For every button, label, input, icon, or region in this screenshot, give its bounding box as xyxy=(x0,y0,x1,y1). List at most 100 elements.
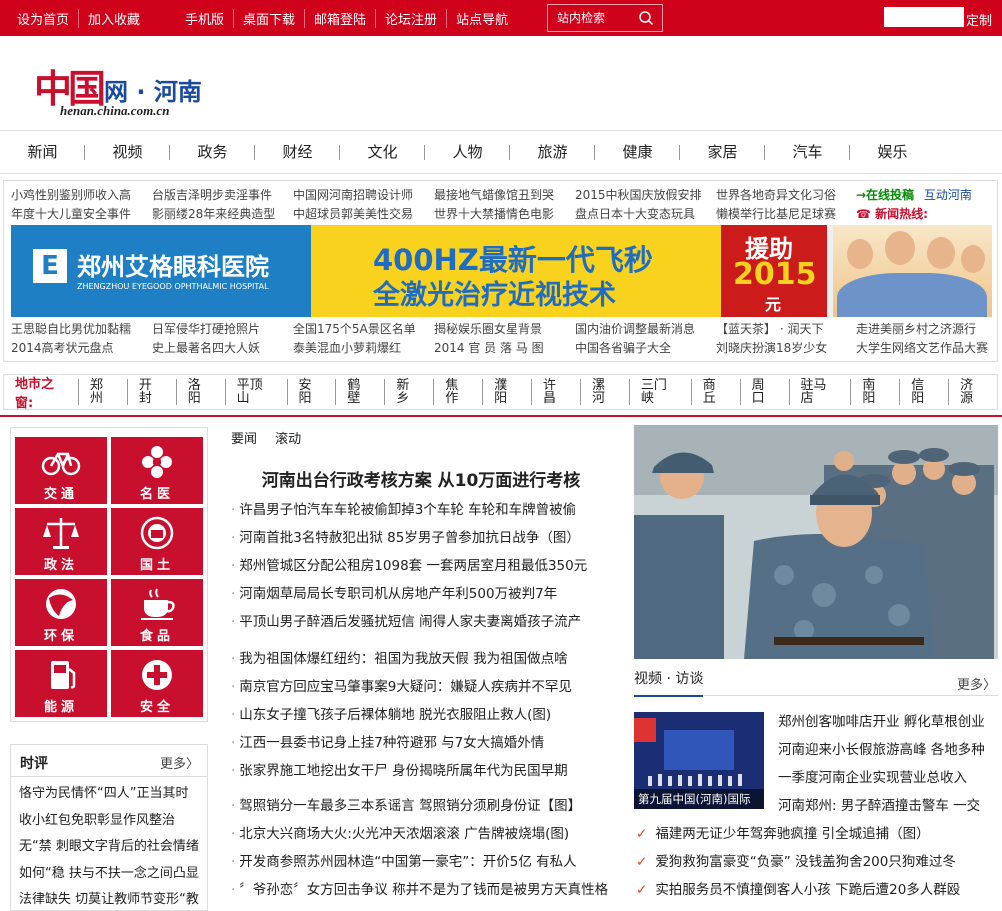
news-item[interactable]: 平顶山男子醉酒后发骚扰短信 闹得人家夫妻离婚孩子流产 xyxy=(231,608,587,636)
mobile-link[interactable]: 手机版 xyxy=(176,9,233,28)
city-link[interactable]: 信阳 xyxy=(899,379,948,405)
promo-link[interactable]: 台版吉泽明步卖淫事件 xyxy=(152,186,292,205)
promo-link[interactable]: 2015中秋国庆放假安排 xyxy=(575,186,715,205)
promo-link[interactable]: 【蓝天茶】 · 润天下 xyxy=(716,320,856,339)
hospital-ad-banner[interactable]: E 郑州艾格眼科医院 ZHENGZHOU EYEGOOD OPHTHALMIC … xyxy=(11,225,992,317)
nav-item[interactable]: 旅游 xyxy=(510,131,595,173)
search-icon[interactable] xyxy=(638,10,654,26)
news-item[interactable]: 驾照销分一车最多三本系谣言 驾照销分须刷身份证【图】 xyxy=(231,792,608,820)
news-item[interactable]: 河南首批3名特赦犯出狱 85岁男子曾参加抗日战争（图） xyxy=(231,524,587,552)
promo-link[interactable]: 中国网河南招聘设计师 xyxy=(293,186,433,205)
city-link[interactable]: 济源 xyxy=(948,379,997,405)
promo-link[interactable]: 泰美混血小萝莉爆红 xyxy=(293,339,433,358)
video-interview-title[interactable]: 视频 · 访谈 xyxy=(634,668,704,697)
tab-headlines[interactable]: 要闻 xyxy=(231,432,257,447)
news-item[interactable]: 郑州管城区分配公租房1098套 一套两居室月租最低350元 xyxy=(231,552,587,580)
promo-link[interactable]: 中国各省骗子大全 xyxy=(575,339,715,358)
video-more-link[interactable]: 更多〉 xyxy=(957,674,996,693)
promo-link[interactable]: 2014 官 员 落 马 图 xyxy=(434,339,574,358)
city-link[interactable]: 安阳 xyxy=(286,379,336,405)
nav-item[interactable]: 健康 xyxy=(595,131,680,173)
mail-login-link[interactable]: 邮箱登陆 xyxy=(304,8,375,28)
city-link[interactable]: 平顶山 xyxy=(224,379,287,405)
tile-traffic[interactable]: 交通 xyxy=(15,437,107,504)
promo-link[interactable]: 影丽缕28年来经典造型 xyxy=(152,205,292,224)
city-link[interactable]: 开封 xyxy=(126,379,176,405)
site-logo[interactable]: 中国 网 · 河南 henan.china.com.cn xyxy=(34,56,234,122)
promo-link[interactable]: 史上最著名四大人妖 xyxy=(152,339,292,358)
forum-register-link[interactable]: 论坛注册 xyxy=(375,8,446,28)
news-item[interactable]: 我为祖国体爆红纽约：祖国为我放天假 我为祖国做点啥 xyxy=(231,645,572,673)
news-item[interactable]: 〞爷孙恋〞女方回击争议 称并不是为了钱而是被男方天真性格 xyxy=(231,876,608,904)
city-link[interactable]: 新乡 xyxy=(384,379,433,405)
promo-link[interactable]: 王思聪自比男优加黏糯 xyxy=(11,320,151,339)
news-item[interactable]: 南京官方回应宝马肇事案9大疑问：嫌疑人疾病并不罕见 xyxy=(231,673,572,701)
tile-energy[interactable]: 能源 xyxy=(15,650,107,717)
city-link[interactable]: 濮阳 xyxy=(482,379,531,405)
news-item[interactable]: 北京大兴商场大火:火光冲天浓烟滚滚 广告牌被烧塌(图) xyxy=(231,820,608,848)
tile-doctor[interactable]: 名医 xyxy=(111,437,203,504)
nav-item[interactable]: 家居 xyxy=(680,131,765,173)
nav-item[interactable]: 娱乐 xyxy=(850,131,935,173)
tab-rolling[interactable]: 滚动 xyxy=(275,432,301,447)
right-news-item[interactable]: ✓ 实拍服务员不慎撞倒客人小孩 下跪后遭20多人群殴 xyxy=(636,876,960,904)
city-link[interactable]: 南阳 xyxy=(850,379,899,405)
right-news-item[interactable]: ✓ 爱狗救狗富豪变“负豪” 没钱盖狗舍200只狗难过冬 xyxy=(636,848,960,876)
promo-link[interactable]: 懒模举行比基尼足球赛 xyxy=(716,205,856,224)
video-item[interactable]: 一季度河南企业实现营业总收入 xyxy=(778,764,985,792)
nav-item[interactable]: 财经 xyxy=(255,131,340,173)
city-link[interactable]: 商丘 xyxy=(690,379,740,405)
promo-link[interactable]: 盘点日本十大变态玩具 xyxy=(575,205,715,224)
nav-item[interactable]: 新闻 xyxy=(0,131,85,173)
site-nav-link[interactable]: 站点导航 xyxy=(446,8,517,28)
tile-safety[interactable]: 安全 xyxy=(111,650,203,717)
headline-link[interactable]: 河南出台行政考核方案 从10万面进行考核 xyxy=(231,466,611,491)
right-news-item[interactable]: ✓ 福建两无证少年驾奔驰疯撞 引全城追捕（图） xyxy=(636,820,960,848)
nav-item[interactable]: 视频 xyxy=(85,131,170,173)
city-link[interactable]: 三门峡 xyxy=(628,379,691,405)
custom-link[interactable]: 定制 xyxy=(966,10,992,29)
promo-link[interactable]: 全国175个5A景区名单 xyxy=(293,320,433,339)
city-link[interactable]: 鹤壁 xyxy=(335,379,384,405)
promo-link[interactable]: 走进美丽乡村之济源行 xyxy=(856,320,996,339)
promo-link[interactable]: 世界各地奇异文化习俗 xyxy=(716,186,856,205)
desktop-download-link[interactable]: 桌面下载 xyxy=(233,8,304,28)
promo-link[interactable]: 揭秘娱乐圈女星背景 xyxy=(434,320,574,339)
promo-link[interactable]: 2014高考状元盘点 xyxy=(11,339,151,358)
promo-link[interactable]: 国内油价调整最新消息 xyxy=(575,320,715,339)
video-thumbnail[interactable]: 第九届中国(河南)国际 xyxy=(634,712,764,809)
commentary-more-link[interactable]: 更多〉 xyxy=(160,753,199,772)
tile-law[interactable]: 政法 xyxy=(15,508,107,575)
news-item[interactable]: 河南烟草局局长专职司机从房地产年利500万被判7年 xyxy=(231,580,587,608)
news-item[interactable]: 江西一县委书记身上挂7种符避邪 与7女大搞婚外情 xyxy=(231,729,572,757)
promo-link[interactable]: 小鸡性别鉴别师收入高 xyxy=(11,186,151,205)
nav-item[interactable]: 文化 xyxy=(340,131,425,173)
promo-link[interactable]: 最接地气蜡像馆丑到哭 xyxy=(434,186,574,205)
promo-link[interactable]: 中超球员郭美美性交易 xyxy=(293,205,433,224)
promo-link[interactable]: 世界十大禁播情色电影 xyxy=(434,205,574,224)
city-link[interactable]: 周口 xyxy=(739,379,789,405)
city-link[interactable]: 洛阳 xyxy=(175,379,225,405)
interact-henan-link[interactable]: 互动河南 xyxy=(924,188,972,202)
tile-land[interactable]: 国土 xyxy=(111,508,203,575)
add-favorite-link[interactable]: 加入收藏 xyxy=(78,8,149,28)
promo-link[interactable]: 刘晓庆扮演18岁少女 xyxy=(716,339,856,358)
city-link[interactable]: 郑州 xyxy=(77,379,127,405)
commentary-text[interactable]: 恪守为民情怀“四人”正当其时 收小红包免职彰显作风整治无“禁 刺眼文字背后的社会… xyxy=(19,781,203,911)
promo-link[interactable]: 日军侵华打硬抢照片 xyxy=(152,320,292,339)
search-input[interactable] xyxy=(548,11,634,25)
tile-environment[interactable]: 环保 xyxy=(15,579,107,646)
promo-link[interactable]: 年度十大儿童安全事件 xyxy=(11,205,151,224)
city-link[interactable]: 漯河 xyxy=(579,379,629,405)
news-item[interactable]: 许昌男子怕汽车车轮被偷卸掉3个车轮 车轮和车牌曾被偷 xyxy=(231,496,587,524)
city-link[interactable]: 驻马店 xyxy=(788,379,851,405)
set-homepage-link[interactable]: 设为首页 xyxy=(8,9,78,28)
city-link[interactable]: 焦作 xyxy=(433,379,482,405)
news-item[interactable]: 张家界施工地挖出女干尸 身份揭晓所属年代为民国早期 xyxy=(231,757,572,785)
tile-food[interactable]: 食品 xyxy=(111,579,203,646)
custom-input[interactable] xyxy=(884,7,964,27)
nav-item[interactable]: 政务 xyxy=(170,131,255,173)
video-item[interactable]: 河南迎来小长假旅游高峰 各地多种 xyxy=(778,736,985,764)
nav-item[interactable]: 人物 xyxy=(425,131,510,173)
news-item[interactable]: 开发商参照苏州园林造“中国第一豪宅”：开价5亿 有私人 xyxy=(231,848,608,876)
